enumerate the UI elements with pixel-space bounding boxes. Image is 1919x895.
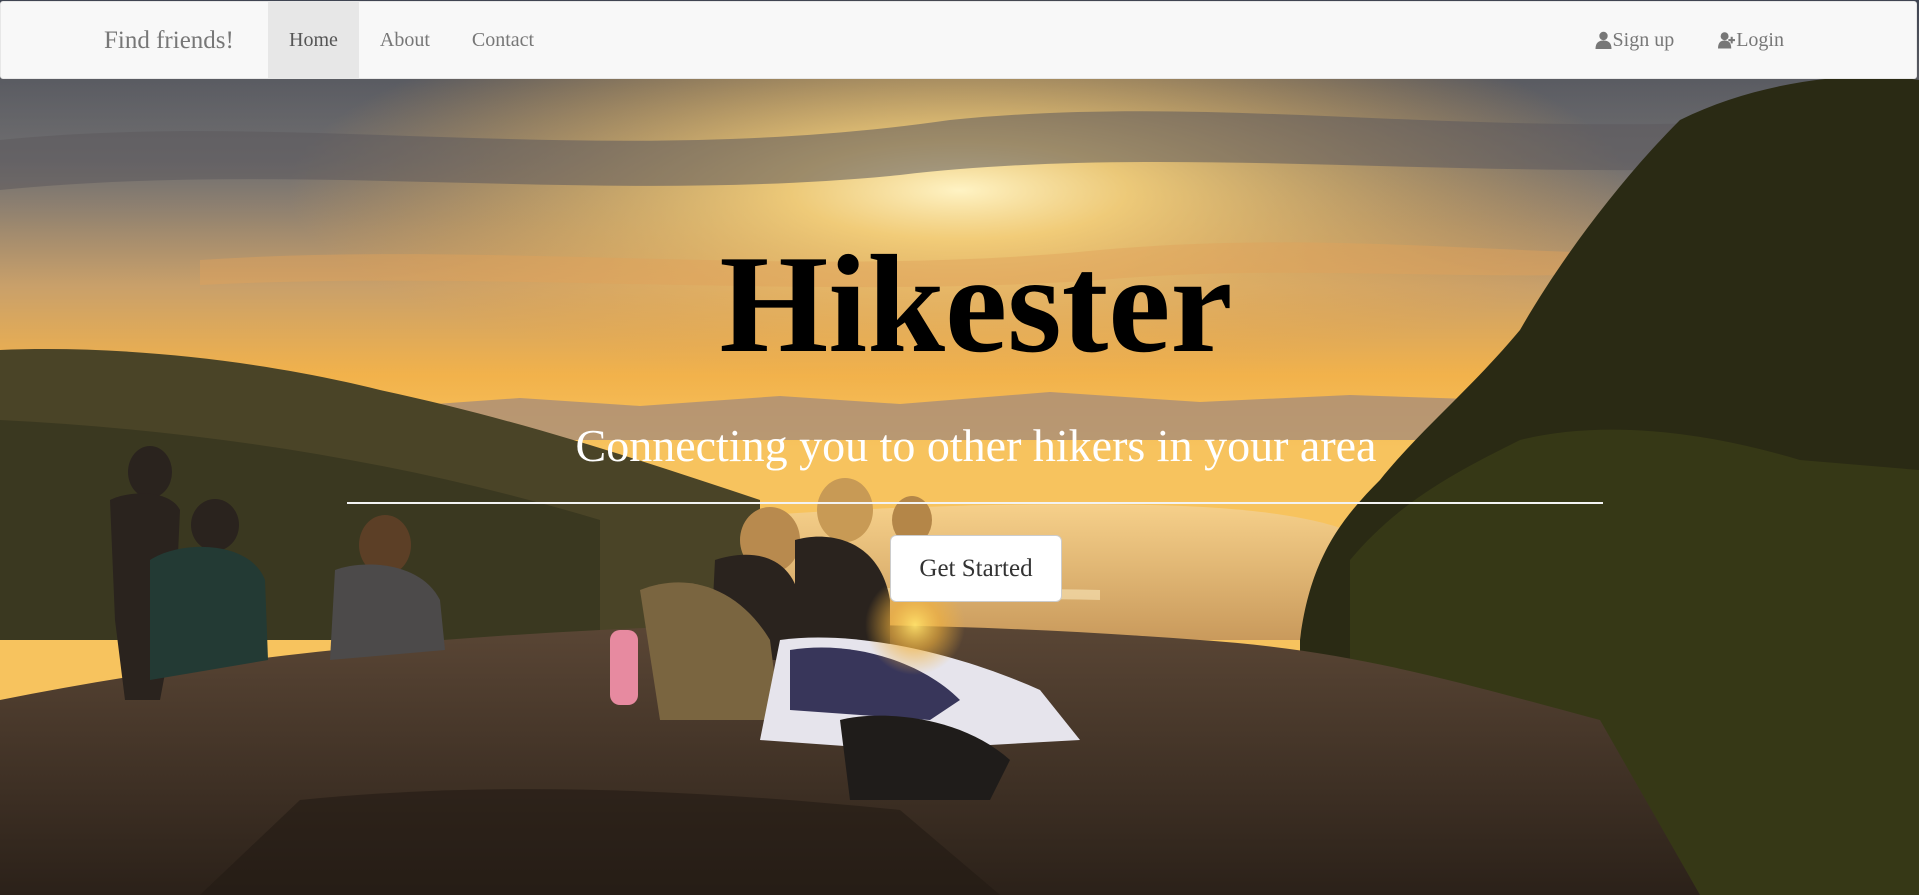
hero-title: Hikester <box>719 227 1233 382</box>
nav-contact-link[interactable]: Contact <box>451 2 555 78</box>
brand-link[interactable]: Find friends! <box>104 26 234 56</box>
nav-links: Home About Contact <box>268 2 555 78</box>
signup-label: Sign up <box>1612 28 1675 51</box>
page: Find friends! Home About Contact Sign up… <box>0 0 1919 895</box>
user-icon <box>1595 31 1612 49</box>
nav-auth-links: Sign up Login <box>1573 2 1806 78</box>
user-plus-icon <box>1718 32 1736 49</box>
nav-about-link[interactable]: About <box>359 2 451 78</box>
get-started-button[interactable]: Get Started <box>890 535 1062 602</box>
nav-home-link[interactable]: Home <box>268 2 359 78</box>
login-link[interactable]: Login <box>1696 2 1806 78</box>
signup-link[interactable]: Sign up <box>1573 2 1697 78</box>
navbar: Find friends! Home About Contact Sign up… <box>0 1 1917 79</box>
hero-subtitle: Connecting you to other hikers in your a… <box>575 420 1377 471</box>
hero-divider <box>347 502 1603 504</box>
login-label: Login <box>1736 28 1784 51</box>
